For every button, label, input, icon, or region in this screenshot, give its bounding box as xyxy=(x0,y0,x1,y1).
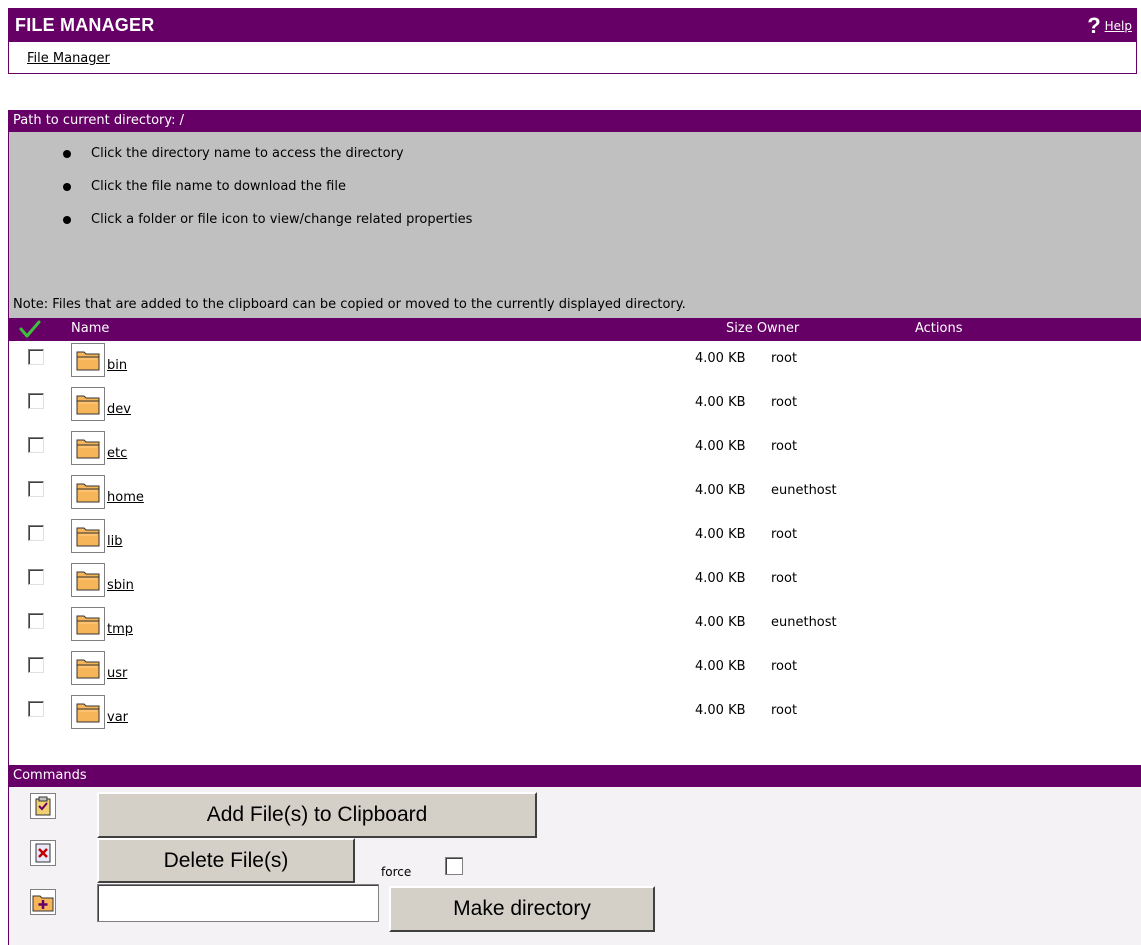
row-checkbox[interactable] xyxy=(28,437,44,453)
file-row: var 4.00 KB root xyxy=(9,695,1141,739)
clipboard-icon[interactable] xyxy=(30,793,56,819)
instruction-item: Click the file name to download the file xyxy=(63,179,346,194)
folder-icon[interactable] xyxy=(71,563,105,597)
force-checkbox[interactable] xyxy=(445,857,463,875)
file-owner: root xyxy=(771,395,798,410)
file-size: 4.00 KB xyxy=(695,483,746,498)
delete-icon[interactable] xyxy=(30,840,56,866)
file-name-link[interactable]: etc xyxy=(107,446,127,461)
commands-bar: Commands xyxy=(9,765,1141,787)
file-name-link[interactable]: var xyxy=(107,710,128,725)
file-owner: eunethost xyxy=(771,483,837,498)
force-label: force xyxy=(381,865,412,879)
file-row: bin 4.00 KB root xyxy=(9,343,1141,387)
instruction-text: Click the file name to download the file xyxy=(91,179,346,194)
folder-icon[interactable] xyxy=(71,387,105,421)
add-to-clipboard-button[interactable]: Add File(s) to Clipboard xyxy=(97,792,537,838)
file-owner: root xyxy=(771,439,798,454)
help-link[interactable]: Help xyxy=(1105,19,1132,33)
column-name: Name xyxy=(71,321,110,336)
file-name-link[interactable]: home xyxy=(107,490,144,505)
file-owner: root xyxy=(771,703,798,718)
file-size: 4.00 KB xyxy=(695,703,746,718)
file-row: etc 4.00 KB root xyxy=(9,431,1141,475)
row-checkbox[interactable] xyxy=(28,701,44,717)
bullet-icon xyxy=(63,149,71,158)
file-row: sbin 4.00 KB root xyxy=(9,563,1141,607)
row-checkbox[interactable] xyxy=(28,613,44,629)
row-checkbox[interactable] xyxy=(28,657,44,673)
instruction-item: Click a folder or file icon to view/chan… xyxy=(63,212,472,227)
path-bar: Path to current directory: / xyxy=(9,110,1141,132)
file-row: tmp 4.00 KB eunethost xyxy=(9,607,1141,651)
folder-icon[interactable] xyxy=(71,431,105,465)
check-all-icon[interactable] xyxy=(19,320,41,338)
file-size: 4.00 KB xyxy=(695,571,746,586)
file-name-link[interactable]: lib xyxy=(107,534,122,549)
folder-icon[interactable] xyxy=(71,651,105,685)
file-list-panel: Path to current directory: / Click the d… xyxy=(8,110,1141,945)
folder-icon[interactable] xyxy=(71,475,105,509)
file-size: 4.00 KB xyxy=(695,439,746,454)
file-owner: root xyxy=(771,659,798,674)
new-folder-icon[interactable] xyxy=(30,889,56,915)
file-name-link[interactable]: dev xyxy=(107,402,131,417)
row-checkbox[interactable] xyxy=(28,569,44,585)
instruction-text: Click the directory name to access the d… xyxy=(91,146,404,161)
file-name-link[interactable]: sbin xyxy=(107,578,134,593)
file-size: 4.00 KB xyxy=(695,527,746,542)
instruction-text: Click a folder or file icon to view/chan… xyxy=(91,212,473,227)
breadcrumb-file-manager[interactable]: File Manager xyxy=(27,51,110,66)
header-panel: FILE MANAGER ? Help File Manager xyxy=(8,8,1137,74)
make-directory-button[interactable]: Make directory xyxy=(389,886,655,932)
file-size: 4.00 KB xyxy=(695,615,746,630)
file-owner: root xyxy=(771,351,798,366)
file-owner: root xyxy=(771,571,798,586)
file-owner: root xyxy=(771,527,798,542)
file-name-link[interactable]: usr xyxy=(107,666,127,681)
file-owner: eunethost xyxy=(771,615,837,630)
instructions-box: Click the directory name to access the d… xyxy=(9,132,1141,318)
clipboard-note: Note: Files that are added to the clipbo… xyxy=(13,297,686,312)
file-row: usr 4.00 KB root xyxy=(9,651,1141,695)
new-directory-input[interactable] xyxy=(97,884,379,922)
commands-area: Add File(s) to Clipboard Delete File(s) … xyxy=(9,787,1141,945)
bullet-icon xyxy=(63,215,71,224)
file-row: home 4.00 KB eunethost xyxy=(9,475,1141,519)
column-actions: Actions xyxy=(915,321,963,336)
column-size-owner: Size Owner xyxy=(726,321,800,336)
title-bar: FILE MANAGER ? Help xyxy=(9,9,1136,42)
delete-files-button[interactable]: Delete File(s) xyxy=(97,838,355,883)
instruction-item: Click the directory name to access the d… xyxy=(63,146,404,161)
folder-icon[interactable] xyxy=(71,695,105,729)
row-checkbox[interactable] xyxy=(28,349,44,365)
file-name-link[interactable]: tmp xyxy=(107,622,133,637)
folder-icon[interactable] xyxy=(71,607,105,641)
file-row: dev 4.00 KB root xyxy=(9,387,1141,431)
file-size: 4.00 KB xyxy=(695,351,746,366)
folder-icon[interactable] xyxy=(71,519,105,553)
file-name-link[interactable]: bin xyxy=(107,358,127,373)
row-checkbox[interactable] xyxy=(28,393,44,409)
row-checkbox[interactable] xyxy=(28,481,44,497)
help-icon[interactable]: ? xyxy=(1087,14,1100,37)
bullet-icon xyxy=(63,182,71,191)
app-title: FILE MANAGER xyxy=(15,15,155,35)
file-size: 4.00 KB xyxy=(695,395,746,410)
folder-icon[interactable] xyxy=(71,343,105,377)
list-header: Name Size Owner Actions xyxy=(9,318,1141,341)
help-group: ? Help xyxy=(1087,14,1132,37)
file-row: lib 4.00 KB root xyxy=(9,519,1141,563)
row-checkbox[interactable] xyxy=(28,525,44,541)
file-size: 4.00 KB xyxy=(695,659,746,674)
